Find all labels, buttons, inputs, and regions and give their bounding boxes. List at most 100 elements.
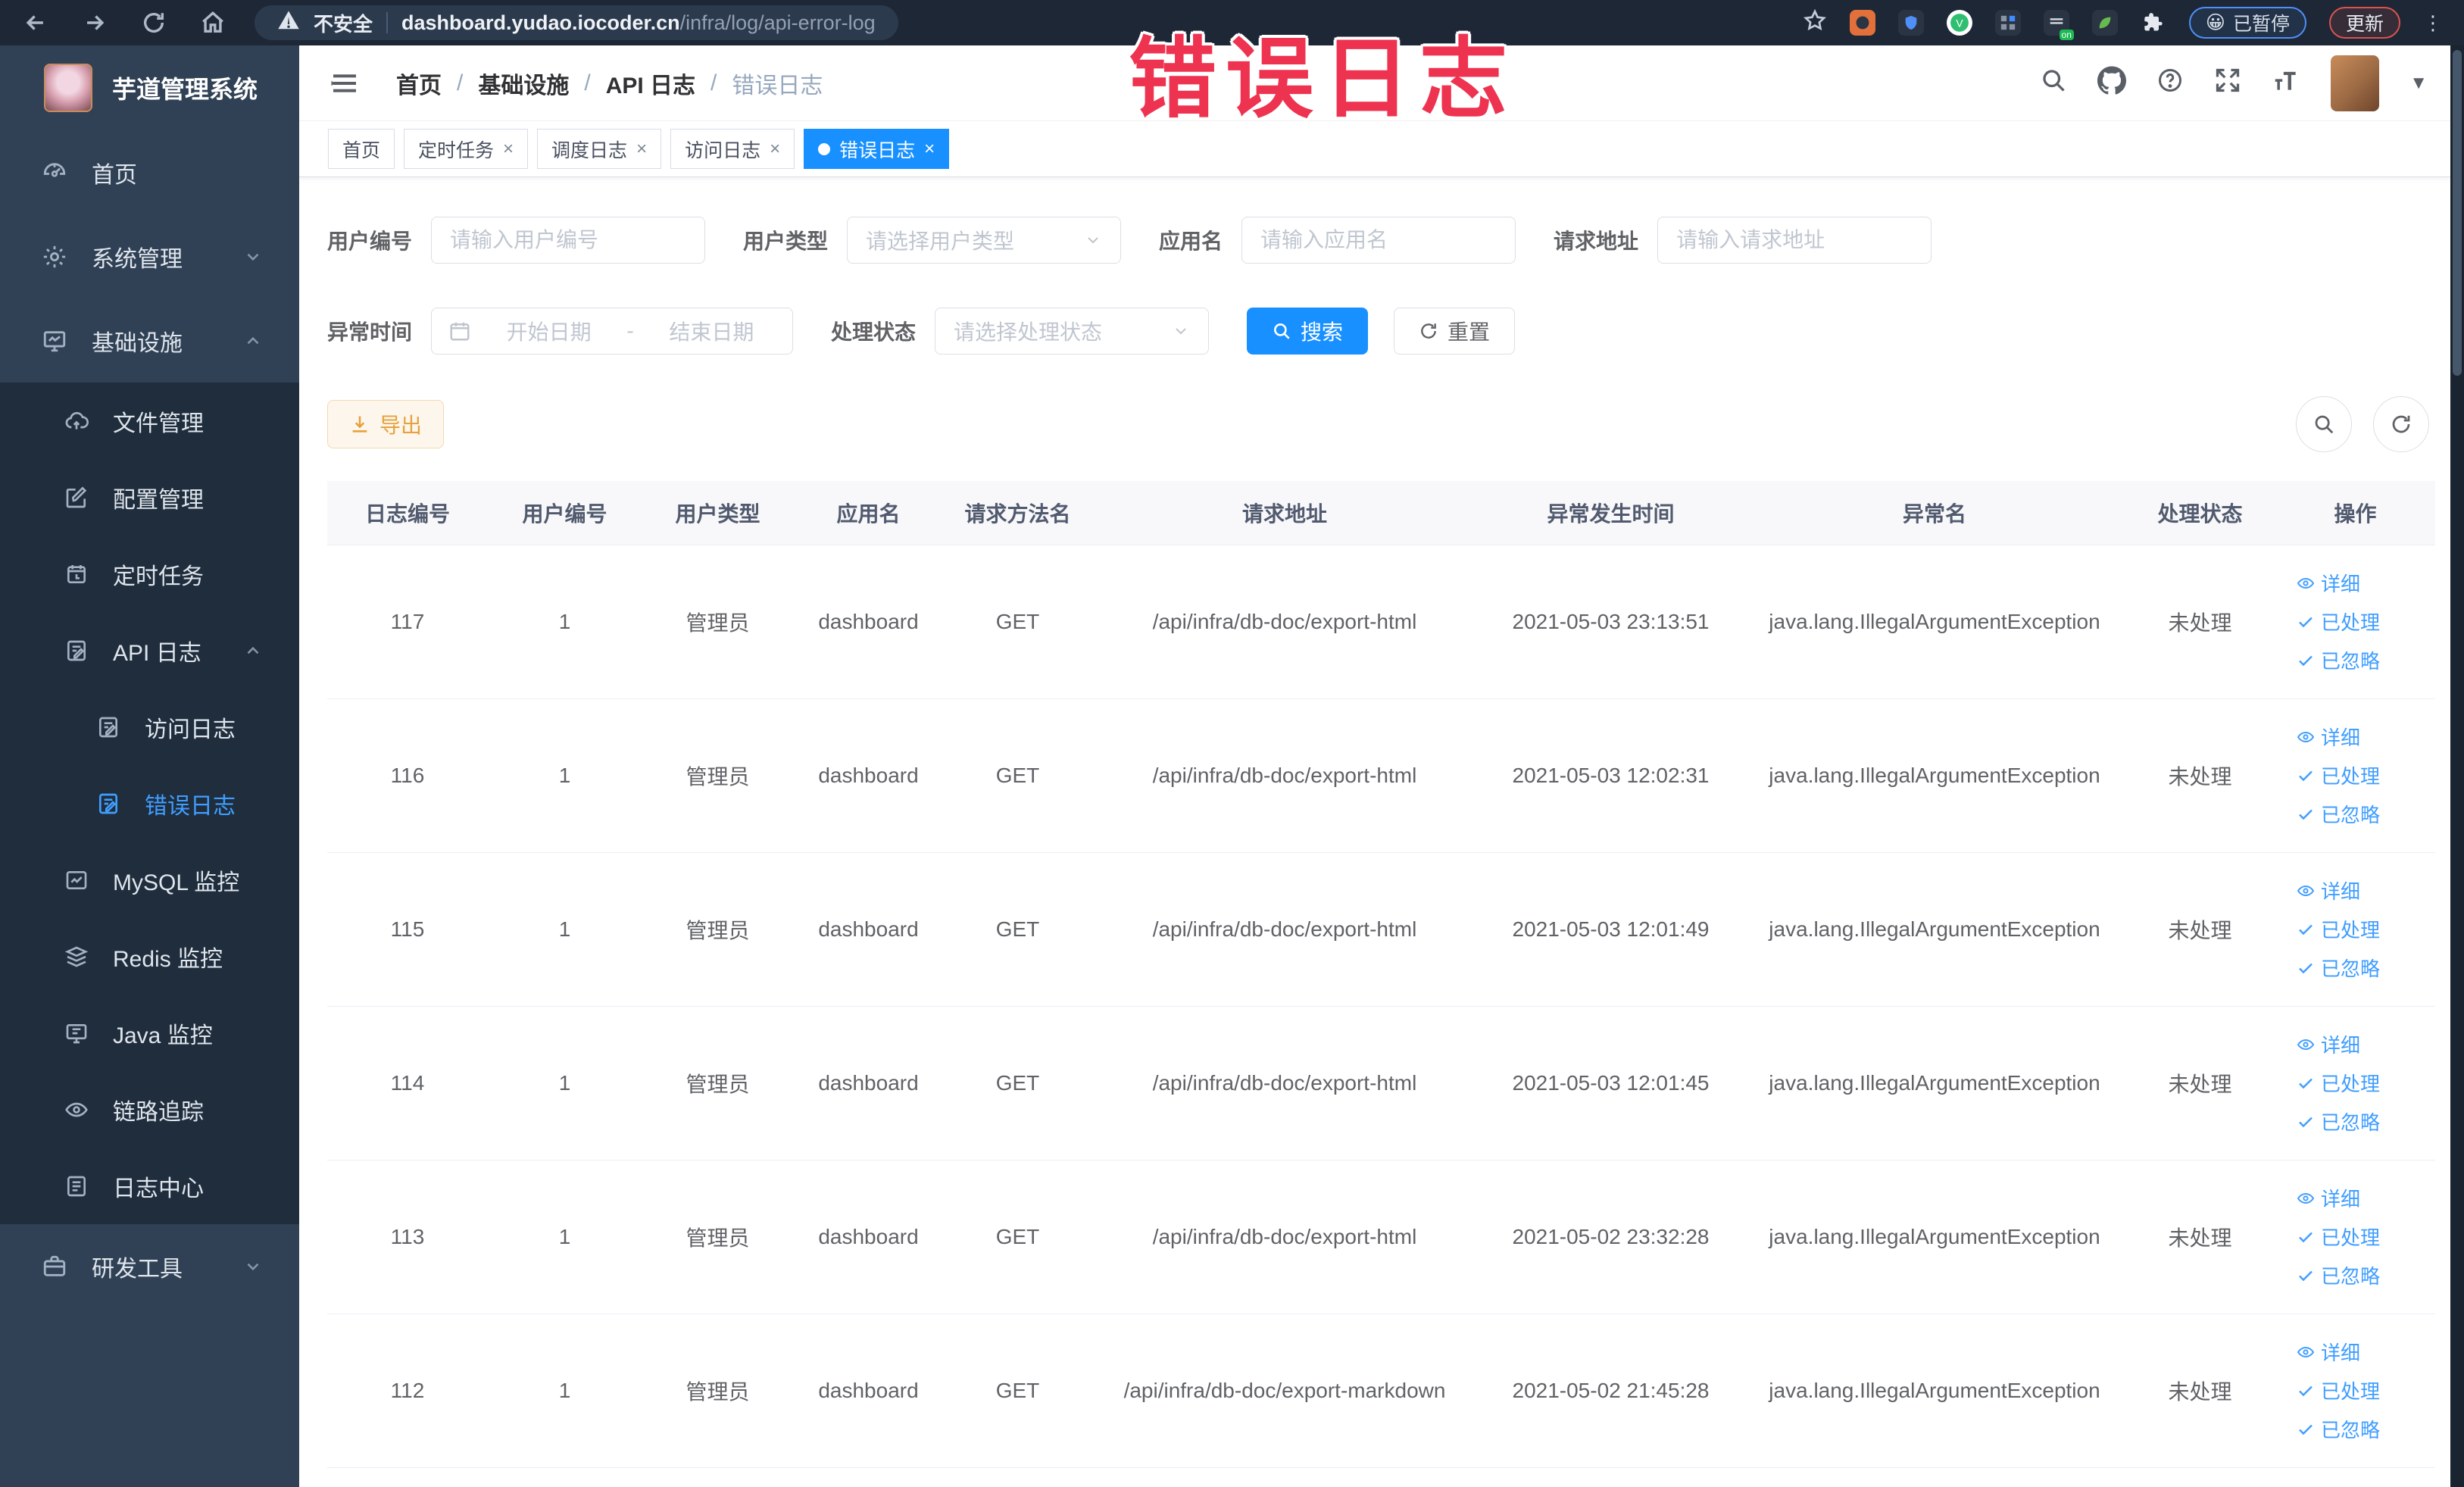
export-button[interactable]: 导出 bbox=[327, 400, 445, 448]
user-type-select[interactable]: 请选择用户类型 bbox=[847, 217, 1122, 264]
help-icon[interactable] bbox=[2156, 67, 2184, 99]
sidebar-item-api-log[interactable]: API 日志 bbox=[0, 612, 299, 689]
font-size-icon[interactable] bbox=[2272, 66, 2300, 100]
search-icon[interactable] bbox=[2040, 67, 2067, 99]
sidebar-item-access-log[interactable]: 访问日志 bbox=[0, 689, 299, 765]
mark-ignored-link[interactable]: 已忽略 bbox=[2297, 954, 2380, 982]
not-secure-warning-icon[interactable] bbox=[277, 9, 300, 37]
breadcrumb-home[interactable]: 首页 bbox=[396, 67, 442, 100]
breadcrumb: 首页 / 基础设施 / API 日志 / 错误日志 bbox=[396, 67, 823, 100]
date-range-picker[interactable]: 开始日期 - 结束日期 bbox=[431, 308, 794, 355]
request-url-label: 请求地址 bbox=[1554, 230, 1639, 253]
mark-ignored-link[interactable]: 已忽略 bbox=[2297, 800, 2380, 828]
tag-error-log[interactable]: 错误日志 × bbox=[804, 129, 950, 169]
app-logo-row[interactable]: 芋道管理系统 bbox=[0, 45, 299, 130]
mark-processed-label: 已处理 bbox=[2321, 1073, 2381, 1095]
request-url-input[interactable] bbox=[1657, 217, 1932, 264]
detail-link[interactable]: 详细 bbox=[2297, 1338, 2360, 1366]
tag-access-log[interactable]: 访问日志 × bbox=[670, 129, 795, 169]
refresh-table-button[interactable] bbox=[2373, 396, 2429, 452]
sidebar-item-dev-tools[interactable]: 研发工具 bbox=[0, 1224, 299, 1308]
chevron-down-icon bbox=[243, 247, 263, 267]
bookmark-star-icon[interactable] bbox=[1803, 8, 1827, 38]
breadcrumb-api-log[interactable]: API 日志 bbox=[606, 67, 695, 100]
extensions-puzzle-icon[interactable] bbox=[2141, 10, 2166, 36]
mark-processed-label: 已处理 bbox=[2321, 1226, 2381, 1249]
sidebar-item-config-mgmt[interactable]: 配置管理 bbox=[0, 459, 299, 536]
url-domain[interactable]: dashboard.yudao.iocoder.cn bbox=[401, 11, 680, 34]
browser-menu-icon[interactable]: ⋮ bbox=[2423, 11, 2444, 35]
mark-processed-link[interactable]: 已处理 bbox=[2297, 915, 2380, 943]
toggle-search-button[interactable] bbox=[2296, 396, 2352, 452]
sidebar-item-redis-monitor[interactable]: Redis 监控 bbox=[0, 918, 299, 995]
url-path[interactable]: /infra/log/api-error-log bbox=[680, 11, 876, 34]
reload-icon[interactable] bbox=[141, 10, 167, 36]
github-icon[interactable] bbox=[2097, 66, 2127, 100]
forward-icon[interactable] bbox=[82, 10, 108, 36]
sidebar-item-mysql-monitor[interactable]: MySQL 监控 bbox=[0, 842, 299, 918]
mark-ignored-link[interactable]: 已忽略 bbox=[2297, 1261, 2380, 1289]
extension-icon-leaf[interactable] bbox=[2091, 10, 2118, 36]
calendar-icon bbox=[448, 320, 471, 342]
process-status-select[interactable]: 请选择处理状态 bbox=[935, 308, 1210, 355]
sidebar-item-error-log[interactable]: 错误日志 bbox=[0, 765, 299, 842]
sidebar-item-home[interactable]: 首页 bbox=[0, 130, 299, 214]
cell-user-type: 管理员 bbox=[642, 852, 794, 1007]
close-icon[interactable]: × bbox=[503, 139, 514, 160]
detail-link[interactable]: 详细 bbox=[2297, 876, 2360, 904]
update-button[interactable]: 更新 bbox=[2328, 7, 2400, 39]
sidebar-item-label: Java 监控 bbox=[113, 1023, 213, 1048]
extension-icon-shield[interactable] bbox=[1897, 10, 1924, 36]
mark-processed-link[interactable]: 已处理 bbox=[2297, 1223, 2380, 1251]
sidebar-item-file-mgmt[interactable]: 文件管理 bbox=[0, 383, 299, 459]
close-icon[interactable]: × bbox=[636, 139, 647, 160]
log-doc-icon bbox=[64, 1174, 89, 1198]
app-name-label: 应用名 bbox=[1159, 230, 1223, 253]
address-bar[interactable]: 不安全 dashboard.yudao.iocoder.cn/infra/log… bbox=[255, 5, 898, 40]
sidebar-item-log-center[interactable]: 日志中心 bbox=[0, 1148, 299, 1224]
sidebar-item-scheduled-jobs[interactable]: 定时任务 bbox=[0, 536, 299, 612]
mark-processed-link[interactable]: 已处理 bbox=[2297, 1376, 2380, 1404]
mark-processed-link[interactable]: 已处理 bbox=[2297, 1069, 2380, 1097]
close-icon[interactable]: × bbox=[924, 139, 935, 160]
detail-link[interactable]: 详细 bbox=[2297, 1030, 2360, 1058]
back-icon[interactable] bbox=[23, 10, 48, 36]
breadcrumb-infra[interactable]: 基础设施 bbox=[478, 67, 569, 100]
tag-home[interactable]: 首页 bbox=[328, 129, 395, 169]
user-avatar[interactable] bbox=[2331, 55, 2380, 111]
user-id-input[interactable] bbox=[431, 217, 706, 264]
extension-icon-grid[interactable] bbox=[1994, 10, 2021, 36]
page-scrollbar[interactable] bbox=[2450, 45, 2464, 1487]
sidebar-item-tracing[interactable]: 链路追踪 bbox=[0, 1071, 299, 1148]
tag-schedule-log[interactable]: 调度日志 × bbox=[537, 129, 662, 169]
tag-scheduled-jobs[interactable]: 定时任务 × bbox=[404, 129, 529, 169]
extension-icon-green-v[interactable]: V bbox=[1946, 10, 1972, 36]
mark-processed-link[interactable]: 已处理 bbox=[2297, 761, 2380, 789]
profile-paused-pill[interactable]: 😀 已暂停 bbox=[2188, 7, 2306, 39]
detail-link[interactable]: 详细 bbox=[2297, 723, 2360, 751]
sidebar-item-system[interactable]: 系统管理 bbox=[0, 214, 299, 298]
mark-processed-link[interactable]: 已处理 bbox=[2297, 608, 2380, 636]
detail-link[interactable]: 详细 bbox=[2297, 1184, 2360, 1212]
fullscreen-icon[interactable] bbox=[2214, 67, 2241, 99]
extension-icon-orange[interactable] bbox=[1849, 10, 1875, 36]
cell-app-name: dashboard bbox=[794, 1006, 943, 1161]
app-name-input[interactable] bbox=[1241, 217, 1516, 264]
cell-user-type: 管理员 bbox=[642, 1006, 794, 1161]
mark-ignored-link[interactable]: 已忽略 bbox=[2297, 1415, 2380, 1443]
avatar-caret-down-icon[interactable]: ▼ bbox=[2409, 73, 2428, 94]
collapse-menu-icon[interactable] bbox=[329, 68, 360, 98]
cell-exception-name: java.lang.IllegalArgumentException bbox=[1744, 1160, 2125, 1314]
extension-icon-on-badge[interactable]: on bbox=[2043, 10, 2074, 40]
sidebar-item-infra[interactable]: 基础设施 bbox=[0, 298, 299, 383]
sidebar-item-java-monitor[interactable]: Java 监控 bbox=[0, 995, 299, 1071]
close-icon[interactable]: × bbox=[770, 139, 780, 160]
mark-ignored-link[interactable]: 已忽略 bbox=[2297, 646, 2380, 674]
detail-link[interactable]: 详细 bbox=[2297, 569, 2360, 597]
tag-label: 定时任务 bbox=[418, 139, 495, 161]
home-icon[interactable] bbox=[200, 10, 226, 36]
search-button[interactable]: 搜索 bbox=[1247, 308, 1369, 355]
reset-button[interactable]: 重置 bbox=[1394, 308, 1516, 355]
mark-ignored-link[interactable]: 已忽略 bbox=[2297, 1107, 2380, 1136]
scrollbar-thumb[interactable] bbox=[2453, 50, 2462, 376]
